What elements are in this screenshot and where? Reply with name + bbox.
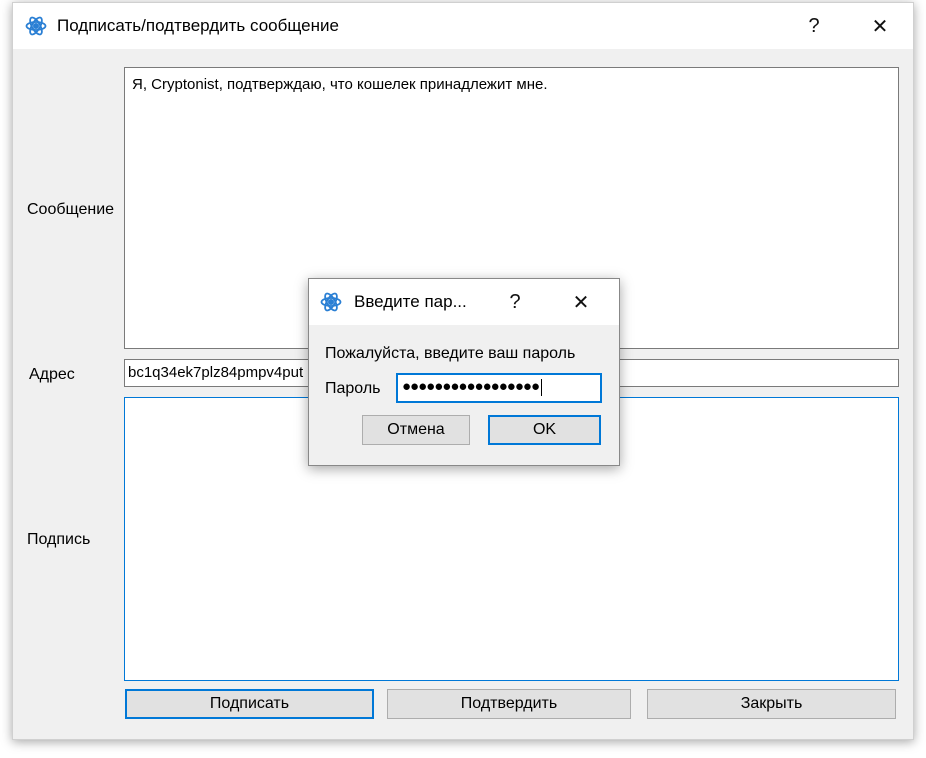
app-logo-icon [320, 292, 342, 312]
dialog-title-bar: Введите пар... ? ✕ [309, 279, 619, 325]
password-prompt: Пожалуйста, введите ваш пароль [325, 345, 576, 362]
dialog-title: Введите пар... [354, 292, 467, 311]
message-label: Сообщение [27, 201, 115, 218]
address-label: Адрес [29, 366, 75, 383]
close-button[interactable]: Закрыть [647, 689, 896, 719]
help-icon: ? [509, 290, 521, 313]
close-window-button[interactable]: ✕ [850, 3, 910, 49]
window-title: Подписать/подтвердить сообщение [57, 16, 339, 35]
cancel-button[interactable]: Отмена [362, 415, 470, 445]
title-bar: Подписать/подтвердить сообщение ? ✕ [13, 3, 913, 49]
help-button[interactable]: ? [784, 3, 844, 49]
password-dots: ●●●●●●●●●●●●●●●●● [402, 378, 540, 395]
verify-button[interactable]: Подтвердить [387, 689, 631, 719]
password-label: Пароль [325, 380, 381, 397]
dialog-close-button[interactable]: ✕ [553, 279, 609, 325]
message-text: Я, Cryptonist, подтверждаю, что кошелек … [132, 76, 548, 93]
sign-button[interactable]: Подписать [125, 689, 374, 719]
text-cursor [541, 378, 543, 396]
close-icon: ✕ [871, 15, 889, 38]
ok-button[interactable]: OK [488, 415, 601, 445]
password-input[interactable]: ●●●●●●●●●●●●●●●●● [396, 373, 602, 403]
dialog-help-button[interactable]: ? [487, 279, 543, 325]
address-text: bc1q34ek7plz84pmpv4put [128, 364, 304, 381]
close-icon: ✕ [572, 291, 590, 314]
password-dialog: Введите пар... ? ✕ Пожалуйста, введите в… [308, 278, 620, 466]
signature-label: Подпись [27, 531, 91, 548]
app-logo-icon [25, 16, 47, 36]
help-icon: ? [808, 14, 820, 37]
